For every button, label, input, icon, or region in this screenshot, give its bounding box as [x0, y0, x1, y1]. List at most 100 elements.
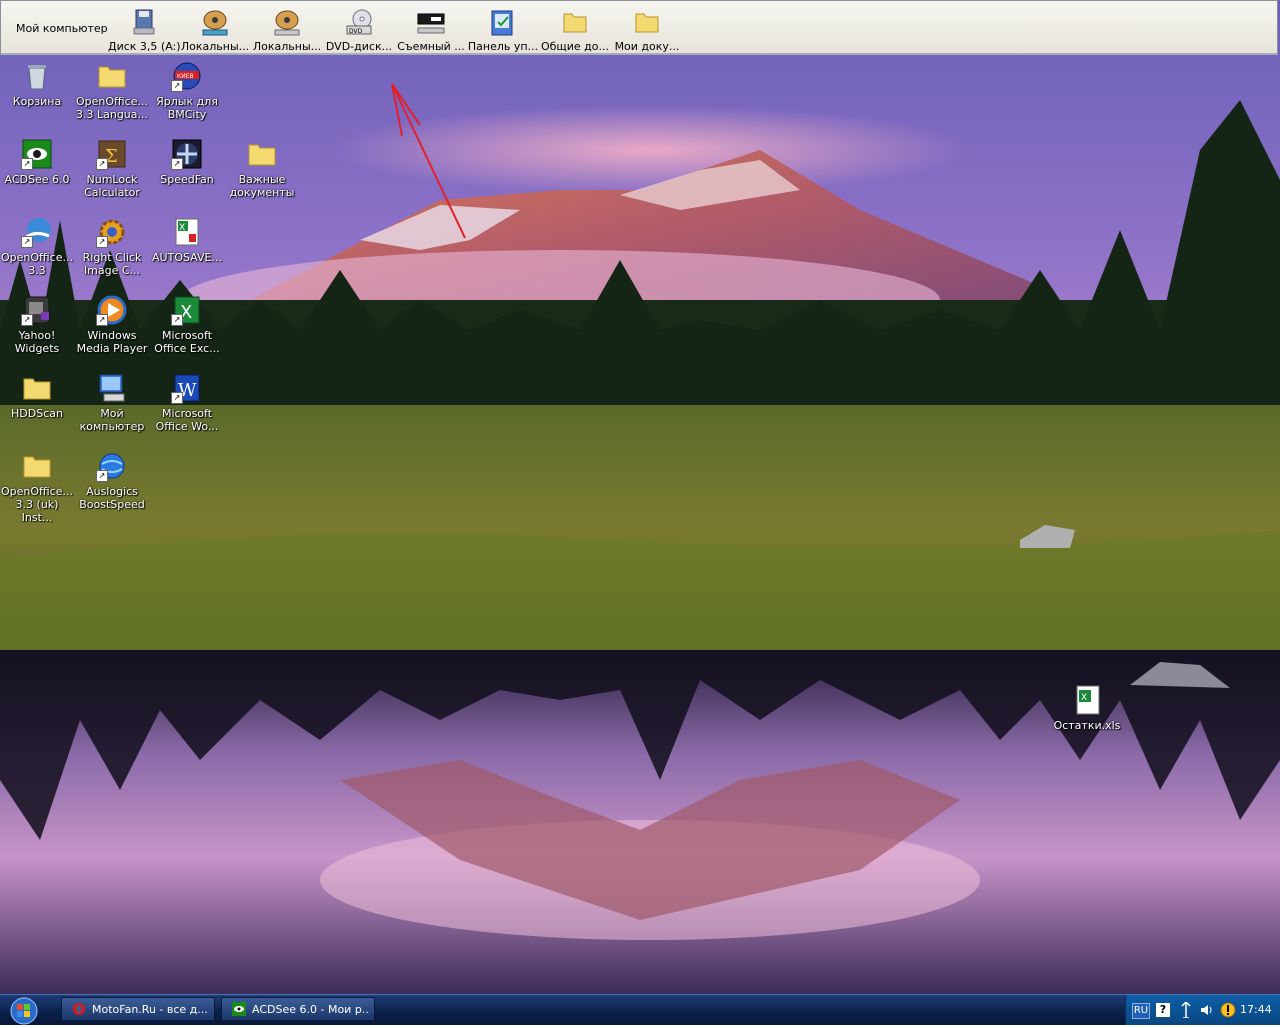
toolbar-item-removable[interactable]: Съемный ...: [395, 5, 467, 53]
desktop-icon-my-computer[interactable]: Мой компьютер: [74, 372, 150, 433]
removable-drive-icon: [417, 13, 445, 34]
taskbar: MotoFan.Ru - все д... ACDSee 6.0 - Мои р…: [0, 994, 1280, 1025]
toolbar-item-label: Панель уп...: [467, 40, 539, 53]
desktop-icon-label: документы: [229, 186, 295, 199]
desktop-icon-label: HDDScan: [11, 407, 63, 420]
desktop-icon-numlock-calculator[interactable]: Σ ↗ NumLock Calculator: [74, 138, 150, 199]
desktop-icon-label: Auslogics: [86, 485, 138, 498]
svg-text:X: X: [179, 223, 185, 233]
desktop-icon-bmcity-shortcut[interactable]: КИЕВ ↗ Ярлык для BMCity: [149, 60, 225, 121]
excel-icon: X ↗: [171, 294, 203, 326]
network-icon[interactable]: [1180, 1000, 1192, 1021]
svg-text:КИЕВ: КИЕВ: [177, 73, 194, 80]
desktop-icon-label: Image C...: [83, 264, 141, 277]
toolbar-item-control-panel[interactable]: Панель уп...: [467, 5, 539, 53]
desktop-icon-auslogics-boostspeed[interactable]: ↗ Auslogics BoostSpeed: [74, 450, 150, 511]
taskbar-button-acdsee[interactable]: ACDSee 6.0 - Мои р...: [221, 997, 375, 1021]
desktop-icon-label: Остатки.xls: [1053, 719, 1121, 732]
start-button[interactable]: [2, 995, 40, 1025]
toolbar-item-label: Общие до...: [540, 40, 610, 53]
desktop-icon-acdsee[interactable]: ↗ ACDSee 6.0: [0, 138, 75, 186]
taskbar-button-opera[interactable]: MotoFan.Ru - все д...: [61, 997, 215, 1021]
desktop-icon-important-docs[interactable]: Важные документы: [224, 138, 300, 199]
hard-drive-icon: [274, 10, 300, 36]
opera-icon: [72, 1002, 86, 1016]
excel-file-icon: X: [1071, 684, 1103, 716]
desktop-icon-ostatki-xls[interactable]: X Остатки.xls: [1049, 684, 1125, 732]
desktop-icon-label: Корзина: [12, 95, 62, 108]
globe-icon: ↗: [96, 450, 128, 482]
toolbar-item-my-docs[interactable]: Мои доку...: [611, 5, 683, 53]
toolbar-item-dvd[interactable]: DVD DVD-диск...: [323, 5, 395, 53]
toolbar-item-local-disk-1[interactable]: Локальны...: [179, 5, 251, 53]
desktop-icon-label: Windows: [87, 329, 137, 342]
kiev-shortcut-icon: КИЕВ ↗: [171, 60, 203, 92]
acdsee-icon: ↗: [21, 138, 53, 170]
desktop-icon-speedfan[interactable]: ↗ SpeedFan: [149, 138, 225, 186]
my-computer-toolbar: Мой компьютер Диск 3,5 (A:) Локальны... …: [0, 0, 1278, 55]
toolbar-item-label: Локальны...: [252, 40, 322, 53]
toolbar-title[interactable]: Мой компьютер: [16, 22, 108, 35]
desktop-icon-label: BMCity: [167, 108, 207, 121]
desktop-icon-label: компьютер: [79, 420, 145, 433]
gear-icon: ↗: [96, 216, 128, 248]
desktop-icon-autosave[interactable]: X AUTOSAVE...: [149, 216, 225, 264]
desktop-icon-openoffice-langpack[interactable]: OpenOffice... 3.3 Langua...: [74, 60, 150, 121]
desktop-icon-openoffice[interactable]: ↗ OpenOffice... 3.3: [0, 216, 75, 277]
folder-icon: [21, 372, 53, 404]
toolbar-item-local-disk-2[interactable]: Локальны...: [251, 5, 323, 53]
toolbar-item-label: Диск 3,5 (A:): [108, 40, 180, 53]
desktop-icon-label: Office Exc...: [154, 342, 220, 355]
language-indicator[interactable]: RU: [1132, 1003, 1150, 1019]
openoffice-icon: ↗: [21, 216, 53, 248]
desktop-icon-label: 3.3: [28, 264, 46, 277]
desktop-icon-label: Widgets: [14, 342, 60, 355]
desktop-icon-label: SpeedFan: [160, 173, 214, 186]
volume-icon[interactable]: [1200, 1003, 1214, 1020]
toolbar-item-floppy[interactable]: Диск 3,5 (A:): [108, 5, 180, 53]
desktop-icon-windows-media-player[interactable]: ↗ Windows Media Player: [74, 294, 150, 355]
desktop-icon-label: OpenOffice...: [1, 251, 73, 264]
help-icon[interactable]: ?: [1156, 1003, 1170, 1017]
word-icon: W ↗: [171, 372, 203, 404]
desktop-icon-openoffice-installer[interactable]: OpenOffice... 3.3 (uk) Inst...: [0, 450, 75, 524]
system-tray: RU ? 17:44: [1125, 995, 1280, 1025]
toolbar-item-label: Мои доку...: [614, 40, 680, 53]
folder-icon: [21, 450, 53, 482]
desktop-icon-hddscan[interactable]: HDDScan: [0, 372, 75, 420]
calculator-icon: Σ ↗: [96, 138, 128, 170]
desktop-icon-label: Office Wo...: [155, 420, 219, 433]
desktop-icon-right-click-image[interactable]: ↗ Right Click Image C...: [74, 216, 150, 277]
desktop-icon-ms-excel[interactable]: X ↗ Microsoft Office Exc...: [149, 294, 225, 355]
toolbar-item-label: Локальны...: [180, 40, 250, 53]
desktop-icon-label: 3.3 (uk) Inst...: [15, 498, 59, 524]
fan-icon: ↗: [171, 138, 203, 170]
desktop-icon-ms-word[interactable]: W ↗ Microsoft Office Wo...: [149, 372, 225, 433]
acdsee-icon: [232, 1002, 246, 1016]
desktop-icon-label: Calculator: [84, 186, 140, 199]
toolbar-item-shared-docs[interactable]: Общие до...: [539, 5, 611, 53]
desktop-icon-yahoo-widgets[interactable]: ↗ Yahoo! Widgets: [0, 294, 75, 355]
svg-text:DVD: DVD: [349, 28, 363, 35]
warning-icon[interactable]: [1220, 1002, 1236, 1021]
desktop-icon-label: Media Player: [76, 342, 148, 355]
media-player-icon: ↗: [96, 294, 128, 326]
toolbar-item-label: Съемный ...: [397, 40, 465, 53]
desktop-icon-label: Right Click: [82, 251, 142, 264]
desktop-icon-label: OpenOffice...: [76, 95, 148, 108]
toolbar-item-label: DVD-диск...: [325, 40, 393, 53]
desktop-icon-recycle-bin[interactable]: Корзина: [0, 60, 75, 108]
widgets-icon: ↗: [21, 294, 53, 326]
desktop-icon-label: 3.3 Langua...: [75, 108, 148, 121]
desktop-icon-label: Важные: [238, 173, 286, 186]
windows-logo-icon: [10, 997, 38, 1025]
desktop-icon-label: BoostSpeed: [79, 498, 145, 511]
desktop-icon-label: AUTOSAVE...: [152, 251, 222, 264]
desktop-icon-label: NumLock: [86, 173, 138, 186]
taskbar-button-label: MotoFan.Ru - все д...: [92, 1003, 208, 1016]
clock[interactable]: 17:44: [1240, 1003, 1272, 1016]
dvd-drive-icon: DVD: [346, 9, 372, 35]
svg-text:X: X: [1081, 693, 1087, 703]
folder-icon: [635, 13, 659, 33]
folder-icon: [246, 138, 278, 170]
